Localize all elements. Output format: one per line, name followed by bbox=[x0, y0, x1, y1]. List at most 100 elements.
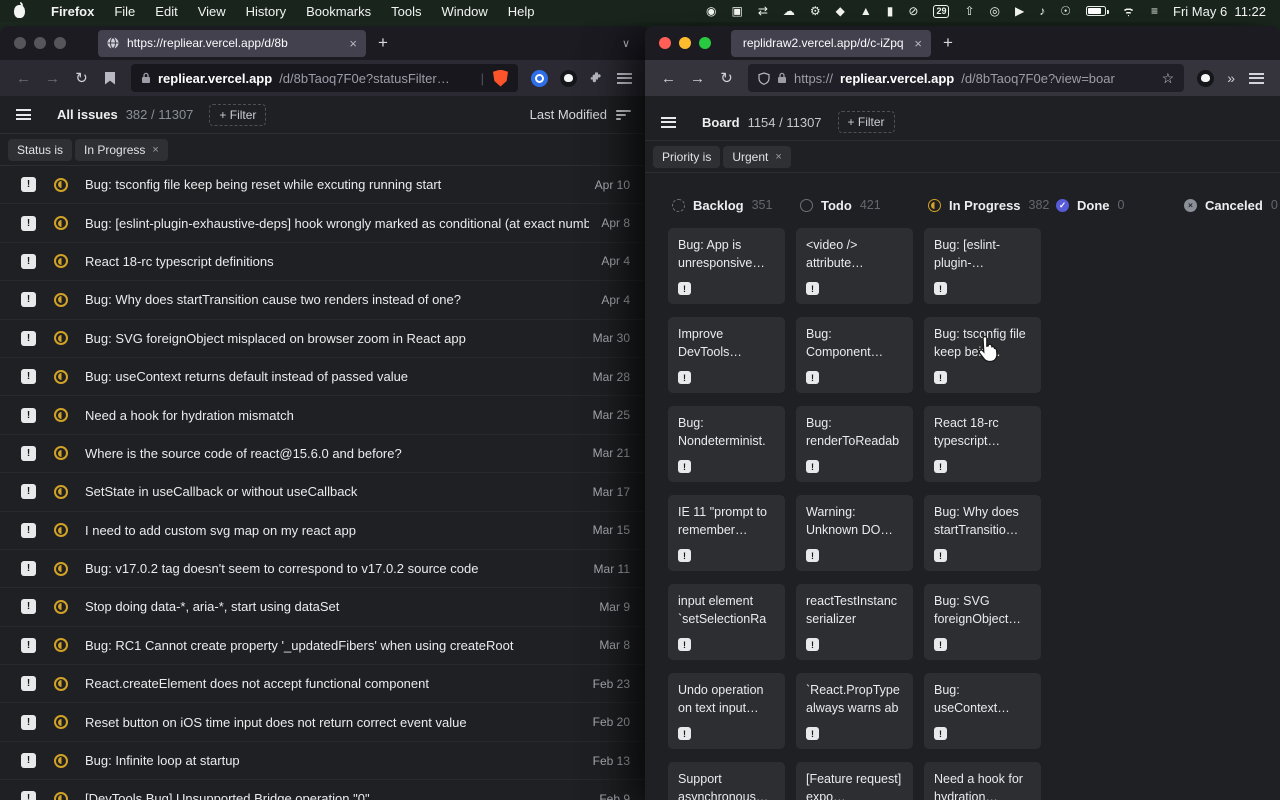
browser-tab[interactable]: replidraw2.vercel.app/d/c-iZpq × bbox=[731, 30, 931, 57]
issue-row[interactable]: ! Stop doing data-*, aria-*, start using… bbox=[0, 588, 648, 626]
app-sidebar-menu-icon[interactable] bbox=[16, 109, 31, 120]
battery-icon[interactable] bbox=[1086, 6, 1106, 16]
menubar-item[interactable]: Tools bbox=[381, 4, 431, 19]
issue-row[interactable]: ! SetState in useCallback or without use… bbox=[0, 473, 648, 511]
kanban-card[interactable]: Bug: Nondeterminist. ! bbox=[668, 406, 785, 482]
remove-filter-icon[interactable]: × bbox=[775, 151, 781, 163]
bookmark-icon[interactable] bbox=[105, 72, 115, 85]
zoom-window-button[interactable] bbox=[54, 37, 66, 49]
app-sidebar-menu-icon[interactable] bbox=[661, 117, 676, 128]
window-manager-icon[interactable]: ▮ bbox=[887, 5, 894, 17]
kanban-card[interactable]: Bug: Component… ! bbox=[796, 317, 913, 393]
reload-button[interactable]: ↻ bbox=[713, 69, 740, 87]
brave-shield-icon[interactable] bbox=[493, 70, 508, 87]
menubar-item[interactable]: History bbox=[236, 4, 296, 19]
address-bar[interactable]: https://repliear.vercel.app/d/8bTaoq7F0e… bbox=[748, 64, 1184, 92]
tab-close-icon[interactable]: × bbox=[349, 36, 357, 51]
camera-icon[interactable]: ▣ bbox=[731, 5, 742, 17]
kanban-card[interactable]: Bug: useContext… ! bbox=[924, 673, 1041, 749]
fast-user-switching-icon[interactable]: ≡ bbox=[1151, 5, 1158, 17]
kanban-card[interactable]: reactTestInstanc serializer ! bbox=[796, 584, 913, 660]
kanban-card[interactable]: Need a hook for hydration… ! bbox=[924, 762, 1041, 800]
issue-row[interactable]: ! Bug: RC1 Cannot create property '_upda… bbox=[0, 627, 648, 665]
issue-row[interactable]: ! React.createElement does not accept fu… bbox=[0, 665, 648, 703]
issue-row[interactable]: ! I need to add custom svg map on my rea… bbox=[0, 512, 648, 550]
filter-chip[interactable]: In Progress × bbox=[75, 139, 168, 161]
kanban-card[interactable]: input element `setSelectionRa ! bbox=[668, 584, 785, 660]
issue-row[interactable]: ! Bug: [eslint-plugin-exhaustive-deps] h… bbox=[0, 204, 648, 242]
menubar-item[interactable]: Window bbox=[432, 4, 498, 19]
kanban-card[interactable]: [Feature request] expo… ! bbox=[796, 762, 913, 800]
github-extension-icon[interactable] bbox=[560, 70, 577, 87]
reload-button[interactable]: ↻ bbox=[68, 69, 95, 87]
list-tabs-chevron-icon[interactable]: ∨ bbox=[622, 37, 630, 50]
issue-row[interactable]: ! Bug: useContext returns default instea… bbox=[0, 358, 648, 396]
close-window-button[interactable] bbox=[659, 37, 671, 49]
issue-row[interactable]: ! Where is the source code of react@15.6… bbox=[0, 435, 648, 473]
sync-icon[interactable]: ⇄ bbox=[758, 5, 768, 17]
volume-icon[interactable]: ♪ bbox=[1039, 5, 1045, 17]
add-filter-button[interactable]: + Filter bbox=[209, 104, 266, 126]
browser-tab[interactable]: https://repliear.vercel.app/d/8b × bbox=[98, 30, 366, 57]
kanban-card[interactable]: Bug: [eslint-plugin-… ! bbox=[924, 228, 1041, 304]
kanban-card[interactable]: Improve DevTools… ! bbox=[668, 317, 785, 393]
onepassword-icon[interactable]: ▲ bbox=[860, 5, 872, 17]
onepassword-extension-icon[interactable] bbox=[531, 70, 548, 87]
menubar-clock[interactable]: Fri May 6 11:22 bbox=[1173, 4, 1266, 19]
toolbar-overflow-icon[interactable]: » bbox=[1221, 70, 1241, 86]
add-filter-button[interactable]: + Filter bbox=[838, 111, 895, 133]
issue-row[interactable]: ! React 18-rc typescript definitions Apr… bbox=[0, 243, 648, 281]
menubar-item[interactable]: Bookmarks bbox=[296, 4, 381, 19]
address-bar[interactable]: repliear.vercel.app/d/8bTaoq7F0e?statusF… bbox=[131, 64, 518, 92]
docker-icon[interactable]: ⚙ bbox=[810, 5, 821, 17]
kanban-card[interactable]: <video /> attribute… ! bbox=[796, 228, 913, 304]
issue-row[interactable]: ! Bug: Why does startTransition cause tw… bbox=[0, 281, 648, 319]
kanban-card[interactable]: Bug: App is unresponsive… ! bbox=[668, 228, 785, 304]
screen-record-icon[interactable]: ◉ bbox=[706, 5, 716, 17]
kanban-card[interactable]: Bug: SVG foreignObject… ! bbox=[924, 584, 1041, 660]
uploader-icon[interactable]: ⇧ bbox=[964, 5, 974, 17]
minimize-window-button[interactable] bbox=[34, 37, 46, 49]
menubar-item[interactable]: View bbox=[188, 4, 236, 19]
apple-logo-icon[interactable] bbox=[14, 5, 25, 18]
filter-chip[interactable]: Priority is bbox=[653, 146, 720, 168]
kanban-card[interactable]: Bug: Why does startTransitio… ! bbox=[924, 495, 1041, 571]
kanban-card[interactable]: Undo operation on text input… ! bbox=[668, 673, 785, 749]
issue-row[interactable]: ! [DevTools Bug] Unsupported Bridge oper… bbox=[0, 780, 648, 800]
filter-chip[interactable]: Status is bbox=[8, 139, 72, 161]
new-tab-button[interactable]: + bbox=[366, 33, 400, 53]
sort-control[interactable]: Last Modified bbox=[530, 107, 632, 122]
back-button[interactable]: ← bbox=[10, 70, 37, 87]
menubar-item[interactable]: Firefox bbox=[41, 4, 104, 19]
kanban-card[interactable]: Warning: Unknown DO… ! bbox=[796, 495, 913, 571]
back-button[interactable]: ← bbox=[655, 70, 682, 87]
minimize-window-button[interactable] bbox=[679, 37, 691, 49]
extensions-puzzle-icon[interactable] bbox=[589, 71, 604, 86]
filter-chip[interactable]: Urgent × bbox=[723, 146, 790, 168]
siri-icon[interactable]: ☉ bbox=[1060, 5, 1071, 17]
close-window-button[interactable] bbox=[14, 37, 26, 49]
issue-row[interactable]: ! Bug: Infinite loop at startup Feb 13 bbox=[0, 742, 648, 780]
kanban-card[interactable]: React 18-rc typescript… ! bbox=[924, 406, 1041, 482]
cloud-icon[interactable]: ☁ bbox=[783, 5, 795, 17]
bookmark-star-icon[interactable]: ☆ bbox=[1162, 70, 1175, 87]
wifi-icon[interactable] bbox=[1121, 6, 1136, 17]
browser-menu-icon[interactable] bbox=[617, 73, 632, 84]
calendar-icon[interactable]: 29 bbox=[933, 5, 949, 18]
kanban-card[interactable]: Support asynchronous… ! bbox=[668, 762, 785, 800]
kanban-card[interactable]: IE 11 "prompt to remember… ! bbox=[668, 495, 785, 571]
issue-row[interactable]: ! Bug: v17.0.2 tag doesn't seem to corre… bbox=[0, 550, 648, 588]
browser-menu-icon[interactable] bbox=[1249, 73, 1264, 84]
issue-row[interactable]: ! Bug: tsconfig file keep being reset wh… bbox=[0, 166, 648, 204]
do-not-disturb-icon[interactable]: ⊘ bbox=[908, 5, 918, 17]
github-extension-icon[interactable] bbox=[1197, 70, 1214, 87]
issue-row[interactable]: ! Need a hook for hydration mismatch Mar… bbox=[0, 396, 648, 434]
kanban-card[interactable]: `React.PropType always warns ab ! bbox=[796, 673, 913, 749]
power-icon[interactable]: ◎ bbox=[990, 5, 1000, 17]
kanban-card[interactable]: Bug: renderToReadab ! bbox=[796, 406, 913, 482]
remove-filter-icon[interactable]: × bbox=[152, 144, 158, 156]
tab-close-icon[interactable]: × bbox=[914, 36, 922, 51]
menubar-item[interactable]: Help bbox=[498, 4, 545, 19]
zoom-window-button[interactable] bbox=[699, 37, 711, 49]
menubar-item[interactable]: Edit bbox=[145, 4, 187, 19]
